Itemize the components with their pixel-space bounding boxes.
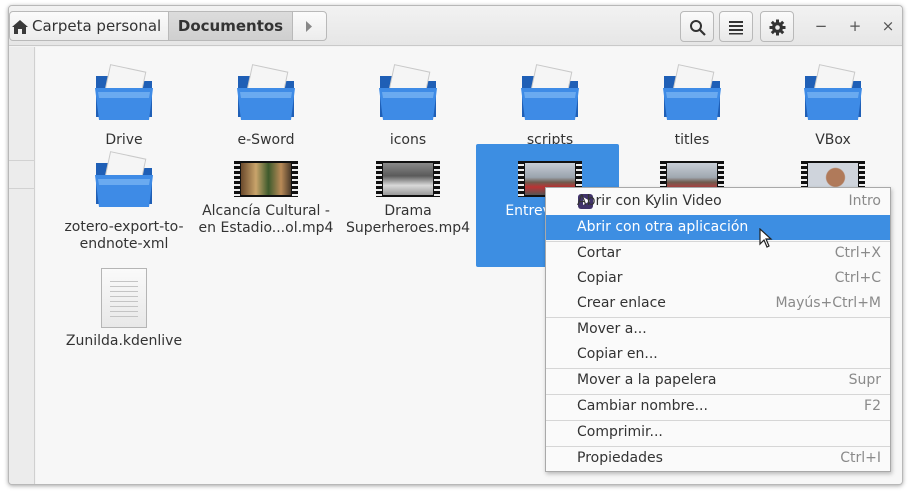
maximize-button[interactable]: +: [844, 16, 866, 36]
file-name: Drama Superheroes.mp4: [345, 203, 471, 236]
menu-item-label: Cortar: [577, 245, 621, 261]
menu-item-open-with[interactable]: Abrir con otra aplicación: [546, 215, 890, 240]
file-item-video[interactable]: Drama Superheroes.mp4: [338, 149, 478, 237]
folder-icon: [663, 64, 721, 120]
minimize-button[interactable]: −: [810, 16, 832, 36]
menu-item-copy-to[interactable]: Copiar en...: [546, 342, 890, 367]
menu-item-compress[interactable]: Comprimir...: [546, 420, 890, 445]
file-item-folder[interactable]: titles: [622, 62, 762, 149]
menu-item-move-to[interactable]: Mover a...: [546, 317, 890, 342]
menu-item-label: Comprimir...: [577, 424, 663, 440]
folder-icon: [804, 64, 862, 120]
folder-icon: [237, 64, 295, 120]
sidebar-divider: [9, 160, 35, 161]
search-icon: [690, 20, 706, 36]
folder-icon: [379, 64, 437, 120]
sidebar[interactable]: [9, 47, 35, 484]
menu-item-label: Abrir con Kylin Video: [577, 193, 722, 209]
file-name: e-Sword: [237, 132, 295, 148]
video-thumbnail: [376, 161, 440, 197]
file-item-folder[interactable]: scripts: [480, 62, 620, 149]
file-item-folder[interactable]: e-Sword: [196, 62, 336, 149]
context-menu: Abrir con Kylin Video Intro Abrir con ot…: [545, 187, 891, 472]
folder-icon: [95, 151, 153, 207]
folder-icon: [95, 64, 153, 120]
menu-item-shortcut: Intro: [848, 193, 881, 209]
menu-item-label: Mover a...: [577, 321, 647, 337]
menu-item-shortcut: Mayús+Ctrl+M: [775, 295, 881, 311]
menu-item-shortcut: Ctrl+X: [834, 245, 881, 261]
menu-item-label: Propiedades: [577, 450, 663, 466]
close-button[interactable]: ×: [877, 16, 899, 36]
folder-icon: [521, 64, 579, 120]
menu-item-label: Copiar: [577, 270, 623, 286]
document-icon: [101, 268, 147, 328]
file-name: Drive: [105, 132, 143, 148]
menu-item-shortcut: F2: [864, 398, 881, 414]
menu-item-cut[interactable]: Cortar Ctrl+X: [546, 241, 890, 266]
file-item-video[interactable]: Alcancía Cultural - en Estadio...ol.mp4: [196, 149, 336, 237]
menu-item-label: Cambiar nombre...: [577, 398, 708, 414]
file-name: Zunilda.kdenlive: [65, 333, 183, 349]
video-thumbnail: [234, 161, 298, 197]
menu-item-label: Abrir con otra aplicación: [577, 219, 749, 235]
file-item-document[interactable]: Zunilda.kdenlive: [54, 268, 194, 350]
toolbar: Carpeta personal Documentos − + ×: [9, 6, 902, 46]
file-name: zotero-export-to-endnote-xml: [64, 219, 184, 252]
file-item-folder[interactable]: Drive: [54, 62, 194, 149]
menu-item-shortcut: Supr: [848, 372, 881, 388]
gear-icon: [769, 19, 786, 36]
breadcrumb-home-label: Carpeta personal: [32, 17, 162, 35]
menu-item-properties[interactable]: Propiedades Ctrl+I: [546, 446, 890, 471]
file-item-folder[interactable]: VBox: [763, 62, 902, 149]
search-button[interactable]: [680, 11, 714, 42]
file-item-folder[interactable]: zotero-export-to-endnote-xml: [54, 149, 194, 253]
menu-item-shortcut: Ctrl+I: [840, 450, 881, 466]
menu-item-label: Mover a la papelera: [577, 372, 717, 388]
home-icon: [12, 20, 28, 34]
breadcrumb-home[interactable]: Carpeta personal: [9, 11, 169, 41]
menu-item-rename[interactable]: Cambiar nombre... F2: [546, 394, 890, 419]
settings-button[interactable]: [760, 11, 794, 42]
menu-item-create-link[interactable]: Crear enlace Mayús+Ctrl+M: [546, 291, 890, 316]
chevron-right-icon: [306, 21, 312, 32]
file-item-folder[interactable]: icons: [338, 62, 478, 149]
breadcrumb-current-label: Documentos: [177, 17, 284, 35]
menu-item-label: Crear enlace: [577, 295, 666, 311]
breadcrumb-forward-button[interactable]: [292, 11, 327, 41]
menu-item-move-to-trash[interactable]: Mover a la papelera Supr: [546, 368, 890, 393]
view-mode-button[interactable]: [719, 11, 753, 42]
file-name: icons: [389, 132, 427, 148]
file-name: titles: [674, 132, 710, 148]
list-view-icon: [729, 21, 743, 35]
menu-item-shortcut: Ctrl+C: [834, 270, 881, 286]
menu-item-label: Copiar en...: [577, 346, 658, 362]
breadcrumb-current[interactable]: Documentos: [168, 11, 293, 41]
menu-item-copy[interactable]: Copiar Ctrl+C: [546, 266, 890, 291]
mouse-pointer-icon: [759, 228, 773, 248]
sidebar-divider: [9, 188, 35, 189]
menu-item-open-kylin[interactable]: Abrir con Kylin Video Intro: [546, 189, 890, 214]
file-name: VBox: [815, 132, 851, 148]
file-name: Alcancía Cultural - en Estadio...ol.mp4: [198, 203, 334, 236]
